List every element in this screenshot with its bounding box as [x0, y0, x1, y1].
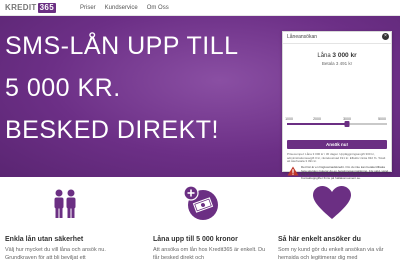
feature-text-loan-amount: Att ansöka om lån hos Kredit365 är enkel… — [153, 247, 266, 261]
feature-text-no-security: Välj hur mycket du vill låna och ansök n… — [5, 247, 106, 261]
slider-handle[interactable] — [344, 121, 350, 127]
nav-item-priser[interactable]: Priser — [80, 4, 96, 12]
logo-text: KREDIT — [5, 3, 37, 12]
feature-title-how-to-apply: Så här enkelt ansöker du — [278, 236, 361, 243]
logo-number: 365 — [37, 3, 57, 13]
main-menu: Priser Kundservice Om Oss — [80, 4, 169, 12]
top-nav: KREDIT 365 Priser Kundservice Om Oss — [0, 0, 400, 16]
feature-title-no-security: Enkla lån utan säkerhet — [5, 236, 84, 243]
loan-application-widget: Låneansökan × Låna 3 000 kr Betala 3 491… — [282, 31, 392, 179]
slider-tick: 5000 — [378, 117, 386, 121]
slider-fill — [287, 123, 347, 125]
repay-amount: Betala 3 491 kr — [283, 61, 391, 66]
nav-item-om-oss[interactable]: Om Oss — [147, 4, 169, 12]
repay-value: 3 491 kr — [335, 61, 353, 66]
warning-text: Det här är en högkostnadskredit. Om du i… — [301, 165, 389, 180]
slider-tick: 1000 — [285, 117, 293, 121]
repay-label: Betala — [321, 61, 335, 66]
apply-button[interactable]: Ansök nu! — [287, 140, 387, 149]
slider-tick: 2000 — [313, 117, 321, 121]
hero-headline-line-3: BESKED DIREKT! — [5, 116, 219, 144]
kredit365-logo[interactable]: KREDIT 365 — [5, 3, 57, 13]
loan-amount-label: Låna — [317, 53, 331, 59]
close-icon[interactable]: × — [382, 33, 389, 40]
heart-icon — [313, 186, 351, 219]
loan-amount: Låna 3 000 kr — [283, 52, 391, 59]
amount-slider[interactable] — [287, 121, 387, 127]
warning-triangle-icon — [287, 166, 299, 176]
feature-title-loan-amount: Låna upp till 5 000 kronor — [153, 236, 238, 243]
hero-headline-line-1: SMS-LÅN UPP TILL — [5, 32, 239, 60]
price-example-text: Prisexempel: Låna 3 000 kr i 30 dagar. U… — [287, 152, 386, 164]
add-money-icon — [183, 185, 218, 220]
loan-amount-value: 3 000 kr — [332, 52, 357, 59]
hero-headline-line-2: 5 000 KR. — [5, 74, 121, 102]
slider-tick-labels: 1000 2000 3000 5000 — [285, 117, 387, 122]
nav-item-kundservice[interactable]: Kundservice — [105, 4, 138, 12]
widget-header: Låneansökan × — [283, 32, 391, 44]
two-people-icon — [54, 189, 76, 218]
widget-title: Låneansökan — [287, 34, 318, 40]
feature-text-how-to-apply: Som ny kund gör du enkelt ansökan via vå… — [278, 247, 384, 261]
